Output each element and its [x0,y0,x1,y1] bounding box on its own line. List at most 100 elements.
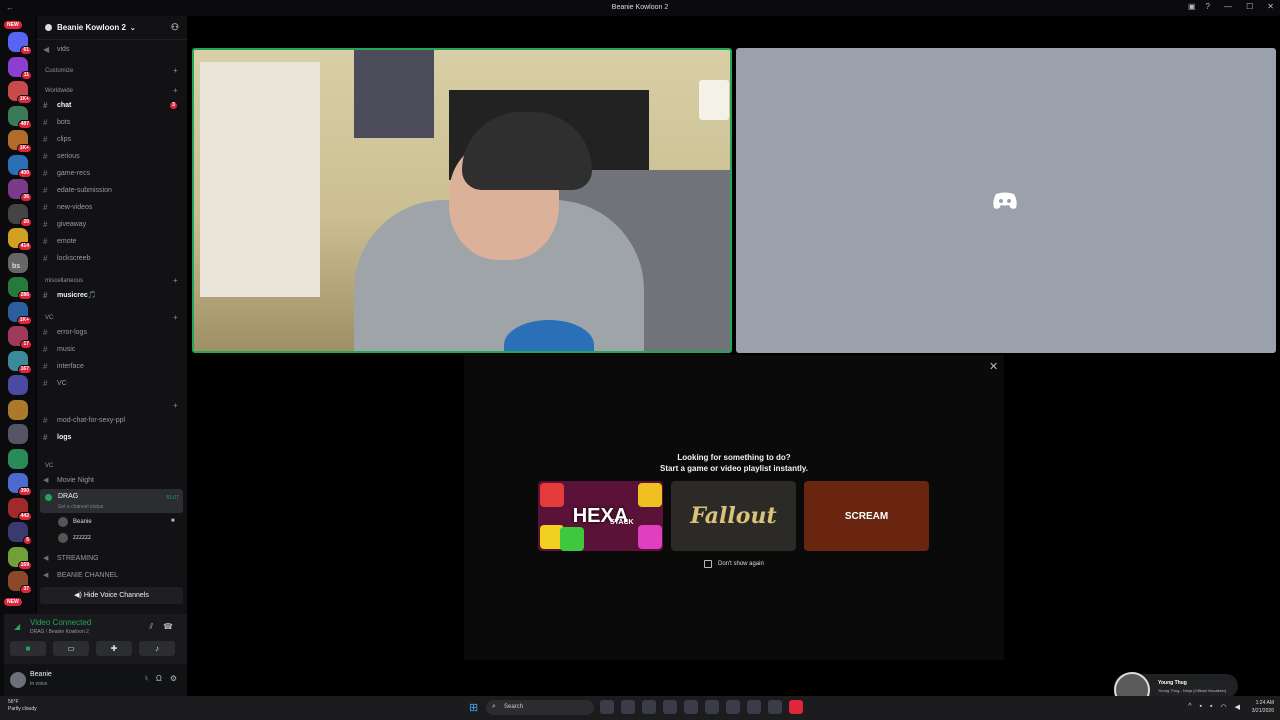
server-icon[interactable]: 286 [8,277,32,300]
customize-item[interactable]: Customize + [45,66,178,75]
voice-channel-streaming[interactable]: ◀ STREAMING [43,550,183,566]
voice-member[interactable]: zzzzzz [58,531,91,545]
voice-channel-beanie[interactable]: ◀ BEANIE CHANNEL [43,567,183,583]
taskbar-search[interactable]: Search [486,700,594,715]
server-icon[interactable]: 169 [8,546,32,570]
dont-show-again[interactable]: Don't show again [704,560,764,568]
disconnect-icon[interactable]: ☎ [163,622,173,632]
channel-item[interactable]: # emote [43,233,183,249]
category-vc[interactable]: VC + [45,313,178,322]
volume-icon[interactable]: ◀ [1235,703,1240,711]
server-icon[interactable]: 1K+ [8,130,32,153]
video-tile-webcam[interactable] [192,48,732,353]
noise-suppression-icon[interactable]: ⫽ [149,622,153,632]
plus-icon[interactable]: + [173,401,178,410]
server-icon[interactable]: 17 [8,326,32,349]
voice-channel-drag[interactable]: DRAG Set a channel status 51:07 [40,489,183,513]
channel-logs[interactable]: # logs [43,429,183,445]
server-icon[interactable]: 61 [8,32,32,55]
channel-item[interactable]: # chat 3 [43,97,183,113]
channel-mod-chat[interactable]: # mod-chat-for-sexy-ppl [43,412,183,428]
taskview-icon[interactable] [600,700,614,714]
close-window-icon[interactable]: ✕ [1267,2,1274,11]
channel-item[interactable]: # VC [43,375,183,391]
category-vc2[interactable]: VC [45,463,53,469]
channel-musicrec[interactable]: # musicrec🎵 [43,287,183,303]
hide-voice-channels-button[interactable]: ◀) Hide Voice Channels [40,587,183,604]
channel-item[interactable]: # music [43,341,183,357]
camera-button[interactable]: ■ [10,641,46,656]
app-icon[interactable] [621,700,635,714]
activity-card-fallout[interactable]: Fallout [671,481,796,551]
server-icon[interactable]: 1K+ [8,81,32,104]
server-icon[interactable] [8,399,28,420]
channel-item[interactable]: # error-logs [43,324,183,340]
add-member-icon[interactable]: ⚇ [171,22,179,33]
channel-item[interactable]: # serious [43,148,183,164]
discord-app-icon[interactable] [705,700,719,714]
activity-card-scream[interactable]: SCREAM [804,481,929,551]
app-tray-icon[interactable]: ▪ [1210,703,1212,711]
plus-icon[interactable]: + [173,313,178,322]
channel-item[interactable]: # game-recs [43,165,183,181]
app-icon[interactable] [663,700,677,714]
signal-icon[interactable]: ◢ [14,622,20,631]
category-misc[interactable]: miscellaneous + [45,276,178,285]
app-icon[interactable] [747,700,761,714]
gear-icon[interactable]: ⚙ [170,674,177,683]
avatar[interactable] [10,672,26,688]
server-icon[interactable] [8,448,28,469]
close-icon[interactable]: ✕ [989,360,998,373]
server-icon[interactable]: 400 [8,154,32,178]
microphone-icon[interactable]: ♮ [145,674,148,683]
category-worldwide[interactable]: Worldwide + [45,86,178,95]
help-icon[interactable]: ? [1206,2,1210,11]
folder-icon[interactable] [684,700,698,714]
plus-icon[interactable]: + [173,66,178,75]
windows-start-icon[interactable]: ⊞ [469,701,478,714]
voice-channel-movie-night[interactable]: ◀ Movie Night [43,472,183,488]
drag-status[interactable]: Set a channel status [58,504,103,510]
wifi-icon[interactable]: ◠ [1221,703,1227,711]
soundboard-button[interactable]: ♪ [139,641,175,656]
server-icon[interactable] [8,375,28,395]
server-icon[interactable]: 37 [8,571,32,594]
voice-status-sub[interactable]: DRAG / Beanie Kowloon 2 [30,629,89,635]
maximize-icon[interactable]: ☐ [1246,2,1253,11]
inbox-icon[interactable]: ▣ [1188,2,1196,11]
server-icon[interactable]: 442 [8,497,32,521]
screen-share-button[interactable]: ▭ [53,641,89,656]
channel-item[interactable]: # edate-submission [43,182,183,198]
plus-icon[interactable]: + [173,86,178,95]
weather-widget[interactable]: 56°F Partly cloudy [8,699,37,713]
channel-item[interactable]: # lockscreeb [43,250,183,266]
channel-vids[interactable]: ◀ vids [43,41,183,57]
server-icon[interactable]: 1K+ [8,301,32,325]
server-icon[interactable]: 487 [8,105,32,129]
dont-show-checkbox[interactable] [704,560,712,568]
channel-item[interactable]: # new-videos [43,199,183,215]
voice-member[interactable]: Beanie [58,515,92,529]
now-playing-popup[interactable]: Young Thug Young Thug - Ninja (Official … [1114,672,1238,708]
activity-card-hexa-stack[interactable]: HEXA STACK [538,481,663,551]
app-icon[interactable] [642,700,656,714]
server-text-icon[interactable]: bs [12,263,20,270]
server-header[interactable]: Beanie Kowloon 2 ⌄ ⚇ [37,16,187,40]
server-icon[interactable]: 414 [8,228,32,251]
server-icon[interactable]: 20 [8,203,32,227]
channel-item[interactable]: # giveaway [43,216,183,232]
chevron-up-icon[interactable]: ^ [1188,703,1191,711]
activity-button[interactable]: ✚ [96,641,132,656]
taskbar-clock[interactable]: 1:24 AM 3/21/2026 [1252,699,1274,715]
app-tray-icon[interactable]: ▪ [1200,703,1202,711]
channel-item[interactable]: # bots [43,114,183,130]
plus-icon[interactable]: + [173,276,178,285]
headphones-icon[interactable]: Ω [156,674,162,683]
minimize-icon[interactable]: — [1224,2,1232,11]
channel-item[interactable]: # interface [43,358,183,374]
server-icon[interactable]: 390 [8,473,32,496]
server-icon[interactable]: 36 [8,179,32,202]
browser-icon[interactable] [726,700,740,714]
server-icon[interactable]: 11 [8,56,32,80]
app-icon[interactable] [768,700,782,714]
